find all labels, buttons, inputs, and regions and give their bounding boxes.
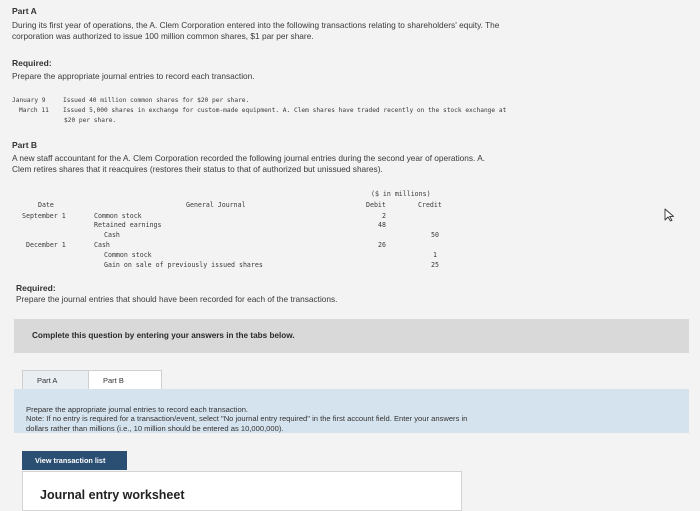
entry-account: Retained earnings [94, 221, 162, 229]
view-transaction-list-button[interactable]: View transaction list [22, 451, 127, 470]
entry-account: Common stock [104, 251, 152, 259]
header-general-journal: General Journal [186, 201, 246, 209]
header-credit: Credit [418, 201, 442, 209]
entry-account: Common stock [94, 212, 142, 220]
journal-worksheet-title: Journal entry worksheet [40, 488, 185, 502]
journal-units: ($ in millions) [371, 190, 431, 198]
tab-part-b[interactable]: Part B [88, 370, 162, 390]
header-debit: Debit [366, 201, 386, 209]
entry-account: Gain on sale of previously issued shares [104, 261, 263, 269]
entry-credit: 1 [433, 251, 437, 259]
entry-date: December 1 [26, 241, 66, 249]
entry-debit: 48 [378, 221, 386, 229]
entry-debit: 26 [378, 241, 386, 249]
header-date: Date [38, 201, 54, 209]
tab-part-a[interactable]: Part A [22, 370, 96, 390]
mouse-pointer-icon [664, 208, 674, 222]
entry-account: Cash [104, 231, 120, 239]
info-line2: Note: If no entry is required for a tran… [26, 414, 468, 423]
instructions-bar: Complete this question by entering your … [14, 319, 689, 353]
part-b-required-text: Prepare the journal entries that should … [16, 294, 338, 304]
instructions-info-box: Prepare the appropriate journal entries … [14, 389, 689, 433]
entry-date: September 1 [22, 212, 66, 220]
entry-credit: 25 [431, 261, 439, 269]
entry-debit: 2 [382, 212, 386, 220]
entry-account: Cash [94, 241, 110, 249]
entry-credit: 50 [431, 231, 439, 239]
part-b-required-label: Required: [16, 283, 56, 293]
journal-table: ($ in millions) Date General Journal Deb… [0, 0, 700, 300]
info-line1: Prepare the appropriate journal entries … [26, 405, 249, 414]
instructions-text: Complete this question by entering your … [32, 331, 295, 340]
info-line3: dollars rather than millions (i.e., 10 m… [26, 424, 284, 433]
